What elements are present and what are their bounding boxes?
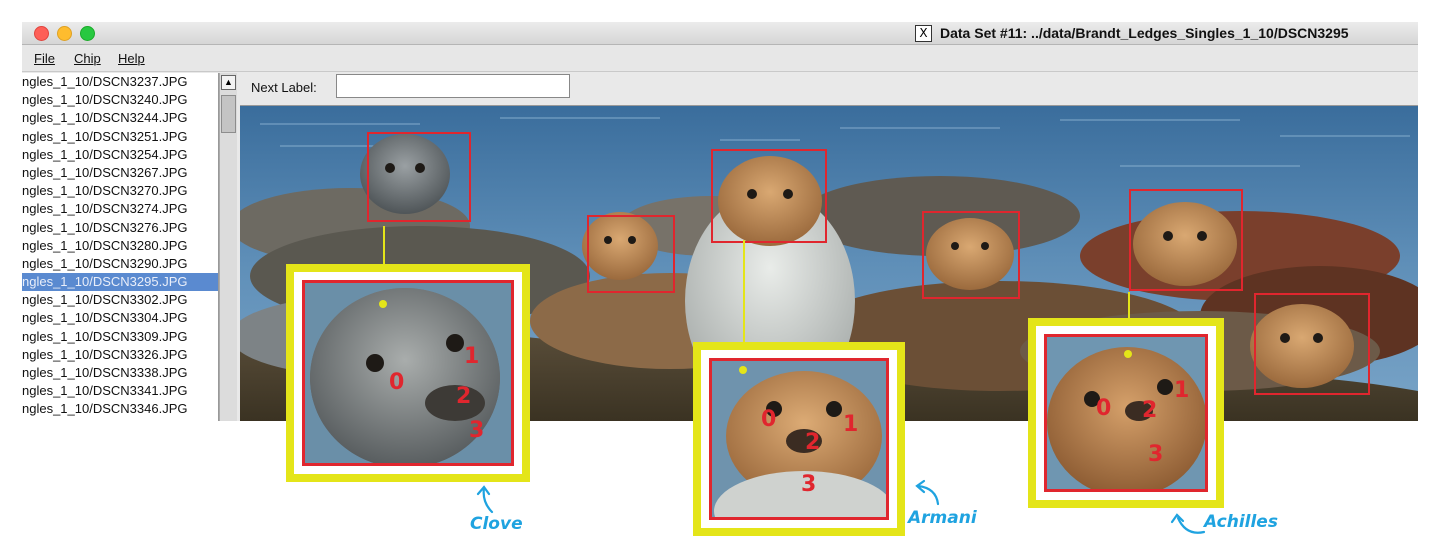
achilles-anchor-dot bbox=[1124, 350, 1132, 358]
menu-help[interactable]: Help bbox=[118, 51, 145, 66]
armani-point-0: 0 bbox=[761, 407, 777, 432]
file-list-item[interactable]: ngles_1_10/DSCN3254.JPG bbox=[22, 146, 218, 164]
clove-point-2: 2 bbox=[456, 384, 472, 409]
zoom-window-icon[interactable] bbox=[80, 26, 95, 41]
clove-callout: 0 1 2 3 bbox=[286, 264, 530, 482]
file-list-item[interactable]: ngles_1_10/DSCN3302.JPG bbox=[22, 291, 218, 309]
close-window-icon[interactable] bbox=[34, 26, 49, 41]
achilles-callout: 0 1 2 3 bbox=[1028, 318, 1224, 508]
clove-name-label: Clove bbox=[470, 514, 523, 534]
file-list-item[interactable]: ngles_1_10/DSCN3353.JPG bbox=[22, 419, 218, 421]
achilles-point-2: 2 bbox=[1142, 398, 1158, 423]
file-list-item[interactable]: ngles_1_10/DSCN3309.JPG bbox=[22, 328, 218, 346]
file-list-item[interactable]: ngles_1_10/DSCN3341.JPG bbox=[22, 382, 218, 400]
x11-icon: X bbox=[915, 25, 932, 42]
minimize-window-icon[interactable] bbox=[57, 26, 72, 41]
armani-callout: 0 1 2 3 bbox=[693, 342, 905, 536]
file-list-scrollbar[interactable]: ▲ bbox=[219, 73, 237, 421]
file-list-item[interactable]: ngles_1_10/DSCN3274.JPG bbox=[22, 200, 218, 218]
armani-name-label: Armani bbox=[908, 508, 977, 528]
menu-bar: File Chip Help bbox=[22, 45, 1418, 72]
next-label-caption: Next Label: bbox=[251, 80, 317, 95]
window-title: Data Set #11: ../data/Brandt_Ledges_Sing… bbox=[940, 25, 1349, 41]
clove-arrow-icon bbox=[476, 485, 494, 514]
menu-chip[interactable]: Chip bbox=[74, 51, 101, 66]
armani-anchor-dot bbox=[739, 366, 747, 374]
armani-chip-box bbox=[709, 358, 889, 520]
clove-point-0: 0 bbox=[389, 370, 405, 395]
scroll-thumb[interactable] bbox=[221, 95, 236, 133]
file-list-item[interactable]: ngles_1_10/DSCN3237.JPG bbox=[22, 73, 218, 91]
achilles-point-3: 3 bbox=[1148, 442, 1164, 467]
file-list-item[interactable]: ngles_1_10/DSCN3276.JPG bbox=[22, 219, 218, 237]
clove-point-3: 3 bbox=[469, 418, 485, 443]
file-list-item[interactable]: ngles_1_10/DSCN3240.JPG bbox=[22, 91, 218, 109]
achilles-arrow-icon bbox=[1170, 513, 1206, 534]
file-list-item[interactable]: ngles_1_10/DSCN3295.JPG bbox=[22, 273, 218, 292]
file-list-item[interactable]: ngles_1_10/DSCN3251.JPG bbox=[22, 128, 218, 146]
file-list-item[interactable]: ngles_1_10/DSCN3244.JPG bbox=[22, 109, 218, 127]
file-list-item[interactable]: ngles_1_10/DSCN3326.JPG bbox=[22, 346, 218, 364]
achilles-point-0: 0 bbox=[1096, 396, 1112, 421]
file-list-item[interactable]: ngles_1_10/DSCN3267.JPG bbox=[22, 164, 218, 182]
clove-anchor-dot bbox=[379, 300, 387, 308]
menu-file[interactable]: File bbox=[34, 51, 55, 66]
armani-point-2: 2 bbox=[805, 430, 821, 455]
armani-arrow-icon bbox=[915, 479, 940, 506]
title-bar: X Data Set #11: ../data/Brandt_Ledges_Si… bbox=[22, 22, 1418, 45]
armani-point-3: 3 bbox=[801, 472, 817, 497]
achilles-chip-image bbox=[1047, 337, 1205, 489]
armani-point-1: 1 bbox=[843, 412, 859, 437]
file-list[interactable]: ngles_1_10/DSCN3237.JPG ngles_1_10/DSCN32… bbox=[22, 73, 219, 421]
file-list-item[interactable]: ngles_1_10/DSCN3304.JPG bbox=[22, 309, 218, 327]
clove-point-1: 1 bbox=[464, 344, 480, 369]
achilles-name-label: Achilles bbox=[1204, 512, 1278, 532]
file-list-item[interactable]: ngles_1_10/DSCN3338.JPG bbox=[22, 364, 218, 382]
label-row: Next Label: bbox=[238, 73, 1418, 103]
file-list-item[interactable]: ngles_1_10/DSCN3270.JPG bbox=[22, 182, 218, 200]
file-list-item[interactable]: ngles_1_10/DSCN3280.JPG bbox=[22, 237, 218, 255]
file-list-item[interactable]: ngles_1_10/DSCN3346.JPG bbox=[22, 400, 218, 418]
achilles-point-1: 1 bbox=[1174, 378, 1190, 403]
scroll-up-arrow-icon[interactable]: ▲ bbox=[221, 75, 236, 90]
file-list-item[interactable]: ngles_1_10/DSCN3290.JPG bbox=[22, 255, 218, 273]
next-label-input[interactable] bbox=[336, 74, 570, 98]
